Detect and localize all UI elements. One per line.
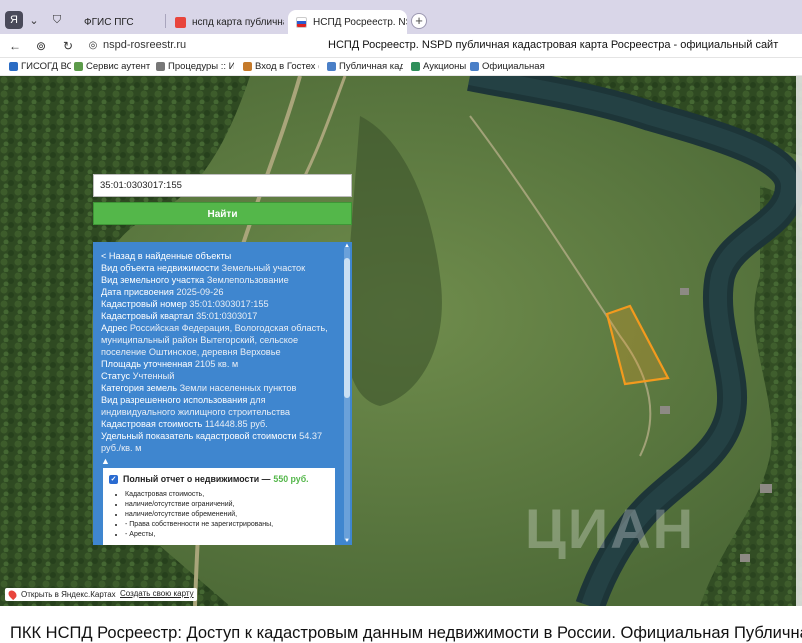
bookmarks-bar: ГИСОГД ВО Сервис аутентиф Процедуры :: И… <box>0 58 802 76</box>
object-info-panel: < Назад в найденные объекты Вид объекта … <box>93 242 352 545</box>
info-row: Вид объекта недвижимости Земельный участ… <box>101 263 306 273</box>
info-panel-scrollbar[interactable]: ▲ ▼ <box>343 243 351 544</box>
bookmark-item[interactable]: Процедуры :: Им <box>156 61 234 72</box>
checkbox-checked-icon[interactable]: ✓ <box>109 474 118 484</box>
report-price: 550 руб. <box>273 474 309 484</box>
tab-nspd-rosreestr[interactable]: НСПД Росреестр. NSP ✕ <box>288 10 407 34</box>
info-row: Кадастровый квартал 35:01:0303017 <box>101 311 258 321</box>
bookmark-item[interactable]: Публичная кадас <box>327 61 403 72</box>
info-row: Адрес Российская Федерация, Вологодская … <box>101 323 328 357</box>
bookmark-item[interactable]: ГИСОГД ВО <box>9 61 71 72</box>
bookmark-item[interactable]: Аукционы <box>411 61 471 72</box>
tab-nspd-map-search[interactable]: нспд карта публичная кад <box>167 10 284 34</box>
bookmark-item[interactable]: Сервис аутентиф <box>74 61 150 72</box>
info-row: Площадь уточненная 2105 кв. м <box>101 359 239 369</box>
scrollbar-thumb[interactable] <box>344 258 350 398</box>
yandex-search-favicon-icon <box>175 16 186 28</box>
info-row: Кадастровая стоимость 114448.85 руб. <box>101 419 268 429</box>
bookmark-favicon-icon <box>470 62 479 71</box>
page-caption: ПКК НСПД Росреестр: Доступ к кадастровым… <box>10 624 802 642</box>
site-info-icon[interactable]: ◎ <box>85 38 101 54</box>
page-scrollbar[interactable] <box>796 76 802 606</box>
scroll-up-arrow-icon[interactable]: ▲ <box>343 243 351 249</box>
bookmark-item[interactable]: Официальная ка <box>470 61 546 72</box>
info-row: Удельный показатель кадастровой стоимост… <box>101 431 323 453</box>
new-tab-plus-icon[interactable]: + <box>411 13 427 29</box>
tab-label: ФГИС ПГС <box>84 16 134 28</box>
create-own-map-link[interactable]: Создать свою карту <box>117 588 197 601</box>
yandex-browser-icon[interactable]: Я <box>5 11 23 29</box>
collapse-arrow-icon[interactable]: ▲ <box>101 455 336 467</box>
list-item: - Права собственности не зарегистрирован… <box>125 520 329 530</box>
cian-watermark: ЦИАН <box>525 497 696 560</box>
info-row: Дата присвоения 2025-09-26 <box>101 287 224 297</box>
cadastral-search-input[interactable] <box>93 174 352 197</box>
report-title: Полный отчет о недвижимости — <box>123 474 271 484</box>
list-item: наличие/отсутствие ограничений, <box>125 500 329 510</box>
tab-separator <box>165 14 166 28</box>
satellite-map[interactable]: ЦИАН Найти < Назад в найденные объекты В… <box>0 76 802 606</box>
protect-shield-icon[interactable]: ⊚ <box>33 38 49 54</box>
reload-icon[interactable]: ↻ <box>60 38 76 54</box>
bookmark-favicon-icon <box>156 62 165 71</box>
browser-tab-bar: Я ⌄ ⛉ ФГИС ПГС нспд карта публичная кад … <box>0 0 802 34</box>
bookmark-favicon-icon <box>327 62 336 71</box>
info-row: Вид земельного участка Землепользование <box>101 275 289 285</box>
russia-flag-favicon-icon <box>296 16 307 28</box>
full-report-offer: ✓ Полный отчет о недвижимости — 550 руб.… <box>103 468 335 545</box>
bookmark-favicon-icon <box>411 62 420 71</box>
url-field[interactable]: nspd-rosreestr.ru <box>103 39 186 51</box>
info-row: Статус Учтенный <box>101 371 175 381</box>
report-items-list: Кадастровая стоимость, наличие/отсутстви… <box>125 490 329 540</box>
find-button[interactable]: Найти <box>93 202 352 225</box>
back-arrow-icon[interactable]: ← <box>7 38 23 54</box>
open-in-yandex-maps-button[interactable]: Открыть в Яндекс.Картах <box>5 588 120 601</box>
list-item: - Аресты, <box>125 530 329 540</box>
pinned-tab-icon[interactable]: ⛉ <box>48 11 66 29</box>
info-row: Вид разрешенного использования для индив… <box>101 395 291 417</box>
tab-label: нспд карта публичная кад <box>192 16 284 28</box>
info-row: Кадастровый номер 35:01:0303017:155 <box>101 299 269 309</box>
info-row: Категория земель Земли населенных пункто… <box>101 383 297 393</box>
tab-list-chevron-icon[interactable]: ⌄ <box>25 11 43 29</box>
list-item: наличие/отсутствие обременений, <box>125 510 329 520</box>
list-item: Кадастровая стоимость, <box>125 490 329 500</box>
bookmark-item[interactable]: Вход в Гостех (Ау <box>243 61 319 72</box>
bookmark-favicon-icon <box>9 62 18 71</box>
tab-fgis-pgs[interactable]: ФГИС ПГС <box>76 10 162 34</box>
address-bar: ← ⊚ ↻ ◎ nspd-rosreestr.ru НСПД Росреестр… <box>0 34 802 58</box>
tab-label: НСПД Росреестр. NSP <box>313 16 407 28</box>
map-pin-icon <box>6 588 19 601</box>
back-to-results-link[interactable]: < Назад в найденные объекты <box>101 250 336 262</box>
bookmark-favicon-icon <box>243 62 252 71</box>
scroll-down-arrow-icon[interactable]: ▼ <box>343 538 351 544</box>
page-title: НСПД Росреестр. NSPD публичная кадастров… <box>328 39 779 51</box>
bookmark-favicon-icon <box>74 62 83 71</box>
